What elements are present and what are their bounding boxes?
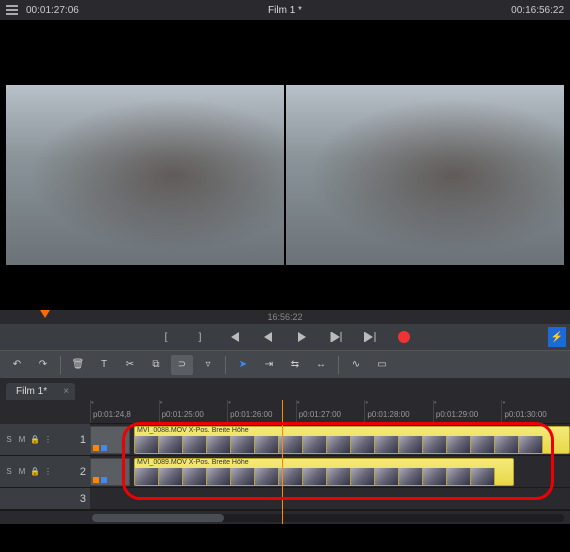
- time-tick: p0:01:27:00: [296, 400, 365, 423]
- video-clip-2[interactable]: MVI_0089.MOV X-Pos. Breite Höhe: [134, 458, 514, 486]
- set-in-button[interactable]: [: [157, 328, 175, 346]
- lock-icon[interactable]: 🔒: [30, 435, 40, 445]
- tab-close-icon[interactable]: ×: [63, 386, 69, 397]
- ruler-time: 16:56:22: [267, 312, 302, 322]
- undo-button[interactable]: ↶: [6, 355, 28, 375]
- clip-fragment[interactable]: [90, 426, 130, 454]
- slip-tool[interactable]: ⇆: [284, 355, 306, 375]
- redo-button[interactable]: ↷: [32, 355, 54, 375]
- track-2: S M 🔒 ⋮ 2 MVI_0089.MOV X-Pos. Breite Höh…: [0, 456, 570, 488]
- tab-label: Film 1*: [16, 386, 47, 397]
- time-ruler[interactable]: p0:01:24,8 p0:01:25:00 p0:01:26:00 p0:01…: [90, 400, 570, 424]
- time-tick: p0:01:25:00: [159, 400, 228, 423]
- performance-button[interactable]: ⚡: [548, 327, 566, 347]
- playhead[interactable]: [282, 400, 283, 524]
- mute-button[interactable]: M: [17, 435, 27, 445]
- video-clip-1[interactable]: MVI_0088.MOV X-Pos. Breite Höhe: [134, 426, 570, 454]
- scrollbar-thumb[interactable]: [92, 514, 224, 522]
- track-head-2[interactable]: S M 🔒 ⋮ 2: [0, 456, 90, 487]
- toolbar-divider: [60, 356, 61, 374]
- track-body-2[interactable]: MVI_0089.MOV X-Pos. Breite Höhe: [90, 456, 570, 487]
- set-out-button[interactable]: ]: [191, 328, 209, 346]
- track-body-1[interactable]: MVI_0088.MOV X-Pos. Breite Höhe: [90, 424, 570, 455]
- track-1: S M 🔒 ⋮ 1 MVI_0088.MOV X-Pos. Breite Höh…: [0, 424, 570, 456]
- current-timecode: 00:01:27:06: [26, 5, 79, 16]
- record-button[interactable]: [395, 328, 413, 346]
- curve-tool[interactable]: ∿: [345, 355, 367, 375]
- clip-label: MVI_0089.MOV X-Pos. Breite Höhe: [137, 459, 249, 466]
- time-tick: p0:01:26:00: [227, 400, 296, 423]
- toolbar-divider: [225, 356, 226, 374]
- timeline-tabs: Film 1* ×: [0, 378, 570, 400]
- mute-button[interactable]: M: [17, 467, 27, 477]
- total-timecode: 00:16:56:22: [511, 5, 564, 16]
- ripple-tool[interactable]: ⇥: [258, 355, 280, 375]
- lock-icon[interactable]: 🔒: [30, 467, 40, 477]
- magnet-button[interactable]: ⊃: [171, 355, 193, 375]
- solo-button[interactable]: S: [4, 467, 14, 477]
- transport-bar: [ ] ⚡: [0, 324, 570, 350]
- time-tick: p0:01:24,8: [90, 400, 159, 423]
- preview-area: [0, 20, 570, 310]
- volume-tool[interactable]: ▭: [371, 355, 393, 375]
- tab-film1[interactable]: Film 1* ×: [6, 383, 75, 400]
- editor-toolbar: ↶ ↷ 🗑 T ✂ ⧉ ⊃ ▿ ➤ ⇥ ⇆ ↔ ∿ ▭: [0, 350, 570, 378]
- track-body-3[interactable]: [90, 488, 570, 509]
- split-button[interactable]: ✂: [119, 355, 141, 375]
- step-forward-button[interactable]: [327, 328, 345, 346]
- track-number: 2: [80, 466, 86, 478]
- track-number: 1: [80, 434, 86, 446]
- step-back-button[interactable]: [259, 328, 277, 346]
- track-head-3[interactable]: 3: [0, 488, 90, 509]
- preview-right[interactable]: [286, 85, 564, 265]
- fx-icon[interactable]: ⋮: [43, 467, 53, 477]
- preview-left[interactable]: [6, 85, 284, 265]
- track-head-1[interactable]: S M 🔒 ⋮ 1: [0, 424, 90, 455]
- toolbar-divider: [338, 356, 339, 374]
- pointer-tool[interactable]: ➤: [232, 355, 254, 375]
- marker-button[interactable]: ▿: [197, 355, 219, 375]
- track-number: 3: [80, 493, 86, 505]
- preview-ruler[interactable]: 16:56:22: [0, 310, 570, 324]
- project-title: Film 1 *: [268, 5, 302, 16]
- timeline-scrollbar[interactable]: [0, 510, 570, 524]
- fx-icon[interactable]: ⋮: [43, 435, 53, 445]
- menu-icon[interactable]: [6, 5, 18, 15]
- group-button[interactable]: ⧉: [145, 355, 167, 375]
- prev-keyframe-button[interactable]: [225, 328, 243, 346]
- time-tick: p0:01:29:00: [433, 400, 502, 423]
- clip-fragment[interactable]: [90, 458, 130, 486]
- in-marker-icon[interactable]: [40, 310, 50, 318]
- solo-button[interactable]: S: [4, 435, 14, 445]
- stretch-tool[interactable]: ↔: [310, 355, 332, 375]
- delete-button[interactable]: 🗑: [67, 355, 89, 375]
- time-tick: p0:01:28:00: [364, 400, 433, 423]
- clip-label: MVI_0088.MOV X-Pos. Breite Höhe: [137, 427, 249, 434]
- next-keyframe-button[interactable]: [361, 328, 379, 346]
- app-header: 00:01:27:06 Film 1 * 00:16:56:22: [0, 0, 570, 20]
- play-button[interactable]: [293, 328, 311, 346]
- track-3: 3: [0, 488, 570, 510]
- time-tick: p0:01:30:00: [501, 400, 570, 423]
- title-button[interactable]: T: [93, 355, 115, 375]
- timeline: p0:01:24,8 p0:01:25:00 p0:01:26:00 p0:01…: [0, 400, 570, 524]
